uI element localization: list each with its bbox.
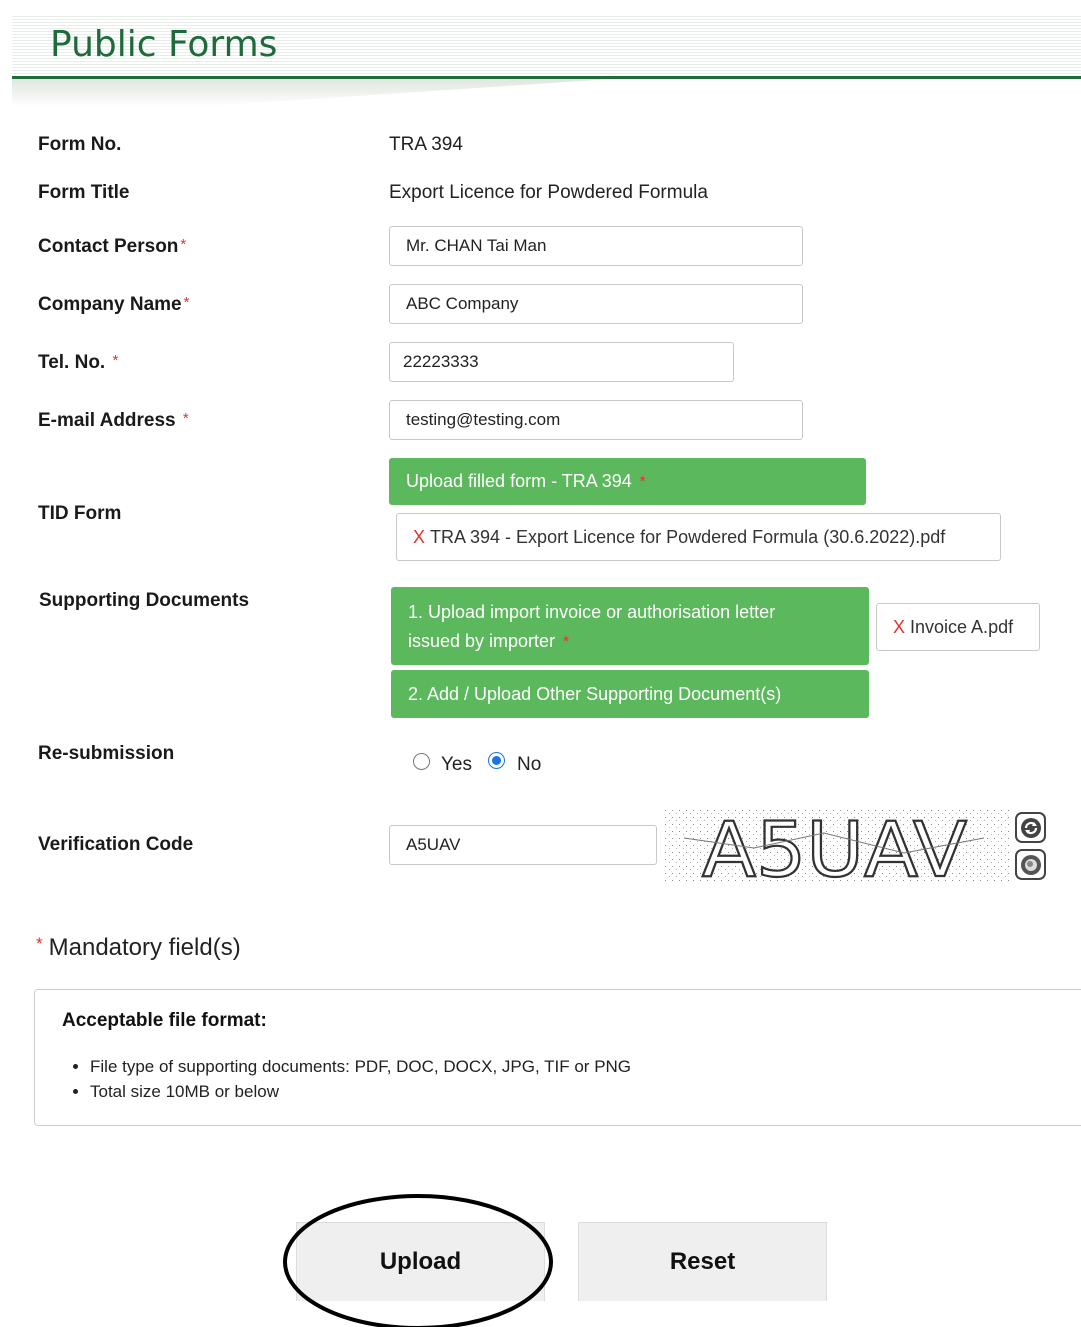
invoice-file-chip: X Invoice A.pdf	[876, 603, 1040, 651]
refresh-icon	[1020, 817, 1041, 838]
resubmission-yes-label[interactable]: Yes	[441, 754, 472, 776]
contact-person-input[interactable]: Mr. CHAN Tai Man	[389, 226, 803, 266]
upload-invoice-button[interactable]: 1. Upload import invoice or authorisatio…	[391, 587, 869, 665]
file-format-list: File type of supporting documents: PDF, …	[90, 1057, 631, 1107]
tel-no-label: Tel. No. *	[38, 352, 118, 374]
resubmission-yes-radio[interactable]	[413, 753, 430, 770]
list-item: Total size 10MB or below	[90, 1082, 631, 1102]
form-no-label: Form No.	[38, 134, 122, 155]
upload-filled-form-button[interactable]: Upload filled form - TRA 394 *	[389, 458, 866, 505]
resubmission-no-radio[interactable]	[488, 752, 505, 769]
tel-no-input[interactable]: 22223333	[389, 342, 734, 382]
email-label-text: E-mail Address	[38, 410, 176, 431]
required-marker: *	[36, 934, 43, 953]
required-marker: *	[563, 633, 569, 650]
form-title-value: Export Licence for Powdered Formula	[389, 182, 708, 203]
email-label: E-mail Address *	[38, 410, 189, 432]
page-title: Public Forms	[50, 24, 278, 65]
email-input[interactable]: testing@testing.com	[389, 400, 803, 440]
form-title-label: Form Title	[38, 182, 130, 203]
list-item: File type of supporting documents: PDF, …	[90, 1057, 631, 1077]
tid-form-file-name: TRA 394 - Export Licence for Powdered Fo…	[430, 526, 946, 547]
required-marker: *	[183, 294, 190, 311]
required-marker: *	[180, 236, 187, 253]
upload-filled-form-label: Upload filled form - TRA 394	[406, 471, 632, 491]
company-name-label-text: Company Name	[38, 294, 182, 315]
supporting-docs-label: Supporting Documents	[39, 590, 250, 611]
reset-button[interactable]: Reset	[578, 1222, 827, 1301]
mandatory-note-text: Mandatory field(s)	[48, 934, 241, 961]
resubmission-no-label[interactable]: No	[517, 754, 541, 776]
page-banner: Public Forms	[12, 14, 1081, 107]
banner-shadow	[12, 79, 612, 107]
verification-code-input[interactable]: A5UAV	[389, 825, 657, 865]
captcha-refresh-button[interactable]	[1015, 812, 1046, 843]
contact-person-label: Contact Person *	[38, 236, 186, 258]
upload-invoice-line1: 1. Upload import invoice or authorisatio…	[408, 602, 776, 622]
company-name-input[interactable]: ABC Company	[389, 284, 803, 324]
banner-rule	[12, 76, 1081, 79]
captcha-text: A5UAV	[702, 808, 967, 882]
remove-file-icon[interactable]: X	[413, 527, 425, 548]
captcha-audio-button[interactable]	[1015, 849, 1046, 880]
required-marker: *	[112, 352, 119, 369]
verification-code-label: Verification Code	[38, 834, 194, 855]
tid-form-label: TID Form	[38, 503, 122, 524]
upload-other-docs-button[interactable]: 2. Add / Upload Other Supporting Documen…	[391, 670, 869, 718]
file-format-title: Acceptable file format:	[62, 1010, 267, 1031]
invoice-file-name: Invoice A.pdf	[910, 616, 1014, 637]
upload-invoice-line2-wrap: issued by importer *	[408, 627, 852, 656]
form-no-value: TRA 394	[389, 134, 463, 155]
upload-invoice-line2: issued by importer	[408, 631, 556, 651]
required-marker: *	[639, 473, 646, 490]
company-name-label: Company Name *	[38, 294, 189, 316]
tel-no-label-text: Tel. No.	[38, 352, 106, 373]
speaker-icon	[1020, 854, 1041, 875]
required-marker: *	[182, 410, 189, 427]
resubmission-label: Re-submission	[38, 743, 175, 764]
file-format-panel: Acceptable file format: File type of sup…	[34, 989, 1081, 1126]
tid-form-file-chip: X TRA 394 - Export Licence for Powdered …	[396, 513, 1001, 561]
upload-button[interactable]: Upload	[296, 1222, 545, 1301]
remove-file-icon[interactable]: X	[893, 617, 905, 638]
contact-person-label-text: Contact Person	[38, 236, 179, 257]
mandatory-note: * Mandatory field(s)	[36, 934, 241, 962]
captcha-image: A5UAV	[664, 808, 1009, 882]
